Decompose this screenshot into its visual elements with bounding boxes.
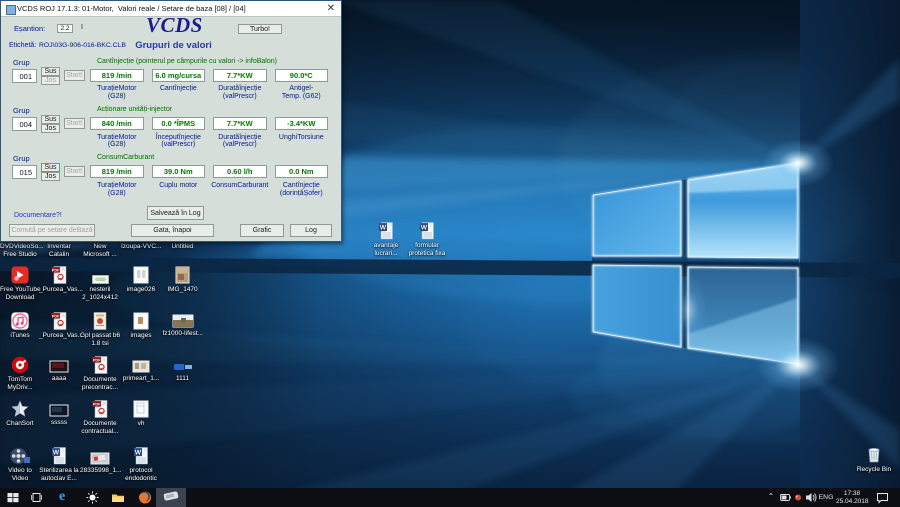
svg-text:PDF: PDF bbox=[93, 358, 101, 362]
svg-text:W: W bbox=[380, 225, 387, 232]
svg-text:PDF: PDF bbox=[93, 402, 101, 406]
svg-text:W: W bbox=[53, 450, 60, 457]
svg-text:W: W bbox=[421, 225, 428, 232]
svg-text:PDF: PDF bbox=[52, 314, 60, 318]
svg-text:PDF: PDF bbox=[52, 268, 60, 272]
svg-text:W: W bbox=[135, 450, 142, 457]
